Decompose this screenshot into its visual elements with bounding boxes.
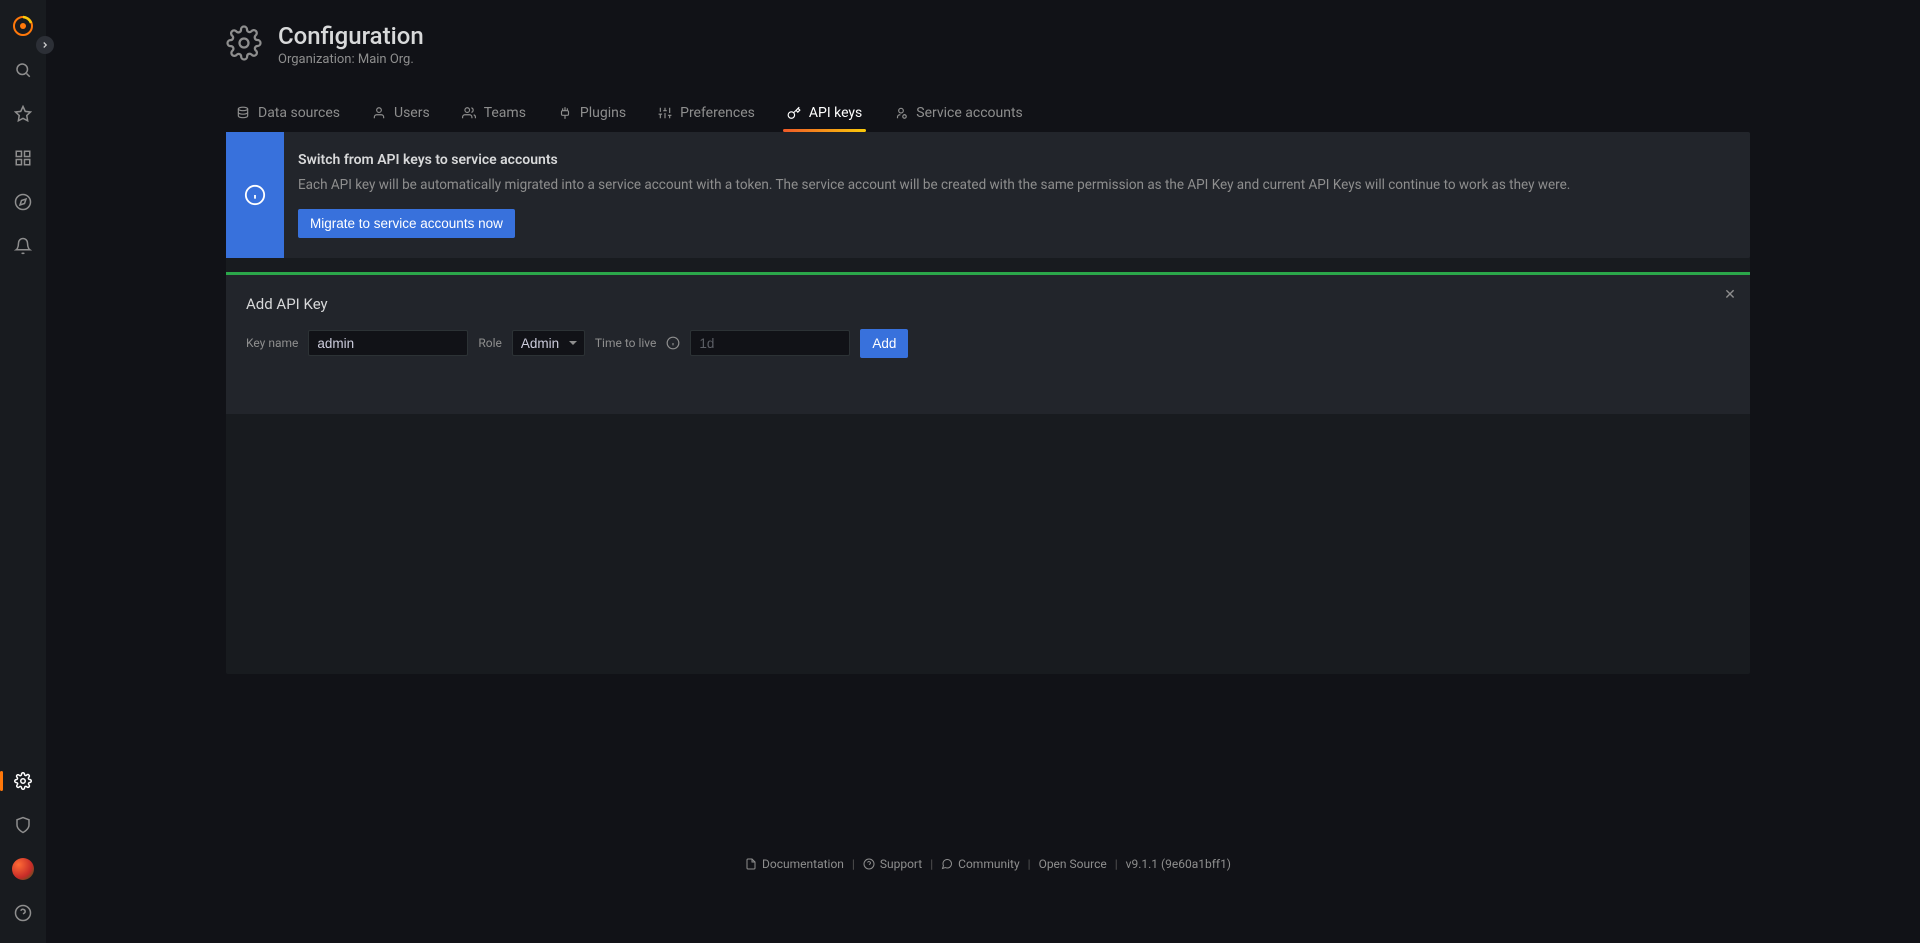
- key-name-input[interactable]: [308, 330, 468, 356]
- sidebar: [0, 0, 46, 943]
- add-api-key-panel: ✕ Add API Key Key name Role Admin: [226, 272, 1750, 414]
- footer-documentation[interactable]: Documentation: [745, 857, 844, 871]
- page-subtitle: Organization: Main Org.: [278, 52, 424, 67]
- footer: Documentation | Support | Community | Op…: [226, 857, 1750, 883]
- help-icon[interactable]: [0, 893, 46, 933]
- ttl-label: Time to live: [595, 336, 657, 350]
- role-label: Role: [478, 336, 502, 350]
- footer-community[interactable]: Community: [941, 857, 1019, 871]
- footer-link-label: Documentation: [762, 857, 844, 871]
- tab-api-keys[interactable]: API keys: [783, 97, 866, 131]
- footer-open-source[interactable]: Open Source: [1039, 857, 1107, 871]
- close-icon[interactable]: ✕: [1720, 285, 1740, 305]
- star-icon[interactable]: [0, 94, 46, 134]
- sidebar-expand-button[interactable]: [36, 36, 54, 54]
- tab-service-accounts[interactable]: Service accounts: [890, 97, 1027, 131]
- footer-link-label: Open Source: [1039, 857, 1107, 871]
- page-header: Configuration Organization: Main Org.: [226, 22, 1750, 67]
- footer-link-label: Community: [958, 857, 1019, 871]
- tab-preferences[interactable]: Preferences: [654, 97, 759, 131]
- info-icon: [226, 132, 284, 258]
- tab-label: Teams: [484, 105, 526, 121]
- tab-data-sources[interactable]: Data sources: [232, 97, 344, 131]
- tab-teams[interactable]: Teams: [458, 97, 530, 131]
- banner-title: Switch from API keys to service accounts: [298, 152, 1720, 168]
- footer-support[interactable]: Support: [863, 857, 922, 871]
- tab-label: Data sources: [258, 105, 340, 121]
- search-icon[interactable]: [0, 50, 46, 90]
- bell-icon[interactable]: [0, 226, 46, 266]
- footer-link-label: v9.1.1 (9e60a1bff1): [1126, 857, 1231, 871]
- panel-title: Add API Key: [246, 295, 1730, 313]
- tab-plugins[interactable]: Plugins: [554, 97, 630, 131]
- explore-icon[interactable]: [0, 182, 46, 222]
- key-name-label: Key name: [246, 336, 298, 350]
- footer-link-label: Support: [880, 857, 922, 871]
- tab-label: Preferences: [680, 105, 755, 121]
- ttl-input[interactable]: [690, 330, 850, 356]
- tabs: Data sources Users Teams Plugins Prefere…: [226, 97, 1750, 132]
- tab-label: Plugins: [580, 105, 626, 121]
- tab-label: Service accounts: [916, 105, 1023, 121]
- gear-icon[interactable]: [0, 761, 46, 801]
- migrate-button[interactable]: Migrate to service accounts now: [298, 209, 515, 238]
- footer-version[interactable]: v9.1.1 (9e60a1bff1): [1126, 857, 1231, 871]
- info-banner: Switch from API keys to service accounts…: [226, 132, 1750, 258]
- tab-users[interactable]: Users: [368, 97, 434, 131]
- main-content: Configuration Organization: Main Org. Da…: [46, 0, 1920, 943]
- shield-icon[interactable]: [0, 805, 46, 845]
- tab-label: Users: [394, 105, 430, 121]
- add-button[interactable]: Add: [860, 329, 908, 358]
- panel-area: Switch from API keys to service accounts…: [226, 132, 1750, 674]
- tab-label: API keys: [809, 105, 862, 121]
- avatar-icon[interactable]: [0, 849, 46, 889]
- panels-icon[interactable]: [0, 138, 46, 178]
- page-title: Configuration: [278, 22, 424, 50]
- gear-large-icon: [226, 25, 262, 65]
- info-circle-icon: [666, 336, 680, 350]
- role-select[interactable]: Admin: [512, 330, 585, 356]
- banner-description: Each API key will be automatically migra…: [298, 176, 1720, 195]
